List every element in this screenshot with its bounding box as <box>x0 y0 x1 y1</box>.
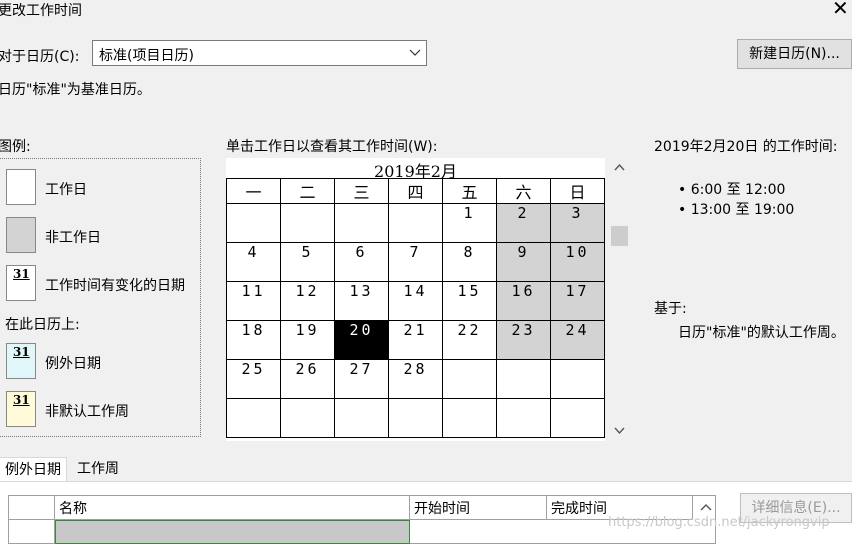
working-time-2: • 13:00 至 19:00 <box>678 202 795 218</box>
weekday-header: 三 <box>334 178 389 204</box>
calendar-day-cell[interactable]: 8 <box>442 242 497 282</box>
weekday-header: 一 <box>226 178 281 204</box>
exception-day-swatch: 31 <box>6 343 36 379</box>
calendar-week-row: 11 12 13 14 15 16 17 <box>226 281 605 321</box>
weekday-header: 五 <box>442 178 497 204</box>
calendar-day-cell[interactable]: 22 <box>442 320 497 360</box>
watermark: https://blog.csdn.net/jackyrongvip <box>608 515 830 530</box>
scroll-down-icon[interactable] <box>613 426 626 436</box>
calendar-day-cell <box>334 203 389 243</box>
legend-box: 工作日 非工作日 31 工作时间有变化的日期 在此日历上: 31 例外日期 31… <box>0 158 201 437</box>
calendar-day-cell[interactable]: 12 <box>280 281 335 321</box>
column-name[interactable]: 名称 <box>55 496 410 520</box>
working-time-1: • 6:00 至 12:00 <box>678 182 786 198</box>
calendar-select[interactable]: 标准(项目日历) <box>92 40 427 66</box>
calendar-day-cell[interactable]: 2 <box>496 203 551 243</box>
working-day-swatch <box>6 169 36 205</box>
legend-working-day: 工作日 <box>45 182 87 198</box>
calendar-day-cell[interactable]: 18 <box>226 320 281 360</box>
calendar-day-cell <box>280 398 335 438</box>
changed-day-swatch: 31 <box>6 265 36 301</box>
based-on-label: 基于: <box>654 301 687 317</box>
calendar-day-cell <box>226 203 281 243</box>
calendar-day-cell[interactable]: 10 <box>550 242 605 282</box>
calendar-week-row: 18 19 20 21 22 23 24 <box>226 320 605 360</box>
calendar-day-cell <box>280 203 335 243</box>
calendar-day-cell <box>334 398 389 438</box>
calendar-day-cell <box>550 398 605 438</box>
scroll-thumb[interactable] <box>611 226 628 246</box>
calendar-day-cell <box>442 398 497 438</box>
calendar-week-row <box>226 398 605 438</box>
row-selector[interactable] <box>9 520 55 544</box>
close-icon[interactable]: ✕ <box>832 0 849 18</box>
base-calendar-note: 日历"标准"为基准日历。 <box>0 82 151 98</box>
calendar-day-cell[interactable]: 14 <box>388 281 443 321</box>
window-title: 更改工作时间 <box>0 3 82 19</box>
calendar-select-value: 标准(项目日历) <box>99 48 194 64</box>
calendar-day-cell[interactable]: 7 <box>388 242 443 282</box>
nondefault-week-swatch: 31 <box>6 391 36 427</box>
calendar-day-cell[interactable]: 27 <box>334 359 389 399</box>
calendar-day-cell[interactable]: 3 <box>550 203 605 243</box>
calendar-day-cell[interactable]: 23 <box>496 320 551 360</box>
name-input-cell[interactable] <box>55 520 410 544</box>
calendar-day-cell <box>442 359 497 399</box>
month-title: 2019年2月 <box>226 158 605 181</box>
calendar-day-cell <box>226 398 281 438</box>
calendar-day-cell[interactable]: 13 <box>334 281 389 321</box>
chevron-down-icon <box>409 49 421 56</box>
legend-title: 图例: <box>0 139 31 155</box>
calendar-day-cell[interactable]: 1 <box>442 203 497 243</box>
calendar-day-cell[interactable]: 28 <box>388 359 443 399</box>
calendar-day-cell[interactable]: 6 <box>334 242 389 282</box>
column-start[interactable]: 开始时间 <box>410 496 547 520</box>
calendar-day-cell[interactable]: 20 <box>334 320 389 360</box>
calendar-scrollbar[interactable] <box>611 158 628 441</box>
legend-changed-day: 工作时间有变化的日期 <box>45 278 185 294</box>
calendar-day-cell[interactable]: 25 <box>226 359 281 399</box>
month-calendar: 一二三四五六日 1 2 3 4 5 6 7 8 9 10 11 12 13 14 15 16 17 18 19 20 2… <box>226 178 605 441</box>
weekday-header: 六 <box>496 178 551 204</box>
tab-bar: 例外日期 工作周 <box>0 457 852 482</box>
calendar-day-cell <box>388 398 443 438</box>
calendar-week-row: 4 5 6 7 8 9 10 <box>226 242 605 282</box>
working-times-heading: 2019年2月20日 的工作时间: <box>654 139 838 155</box>
based-on-text: 日历"标准"的默认工作周。 <box>678 325 845 341</box>
calendar-day-cell[interactable]: 16 <box>496 281 551 321</box>
calendar-grid: 一二三四五六日 1 2 3 4 5 6 7 8 9 10 11 12 13 14 15 16 17 18 19 20 2… <box>226 178 605 438</box>
legend-nondefault-week: 非默认工作周 <box>45 404 129 420</box>
tab-work-weeks[interactable]: 工作周 <box>72 457 124 482</box>
row-header-cell <box>9 496 55 520</box>
legend-exception-day: 例外日期 <box>45 356 101 372</box>
legend-nonworking-day: 非工作日 <box>45 230 101 246</box>
calendar-day-cell[interactable]: 5 <box>280 242 335 282</box>
new-calendar-button[interactable]: 新建日历(N)... <box>737 39 852 69</box>
calendar-day-cell[interactable]: 17 <box>550 281 605 321</box>
calendar-day-cell <box>496 398 551 438</box>
weekday-header: 二 <box>280 178 335 204</box>
calendar-day-cell[interactable]: 19 <box>280 320 335 360</box>
calendar-day-cell[interactable]: 4 <box>226 242 281 282</box>
scroll-up-icon[interactable] <box>613 162 626 172</box>
calendar-week-row: 123 <box>226 203 605 243</box>
calendar-day-cell[interactable]: 26 <box>280 359 335 399</box>
calendar-week-row: 25 26 27 28 <box>226 359 605 399</box>
calendar-instruction: 单击工作日以查看其工作时间(W): <box>226 139 438 155</box>
calendar-day-cell[interactable]: 15 <box>442 281 497 321</box>
calendar-day-cell[interactable]: 11 <box>226 281 281 321</box>
calendar-day-cell <box>496 359 551 399</box>
calendar-day-cell[interactable]: 9 <box>496 242 551 282</box>
calendar-for-label: 对于日历(C): <box>0 49 80 65</box>
calendar-day-cell[interactable]: 24 <box>550 320 605 360</box>
nonworking-day-swatch <box>6 217 36 253</box>
calendar-day-cell[interactable]: 21 <box>388 320 443 360</box>
tab-exceptions[interactable]: 例外日期 <box>0 457 67 482</box>
weekday-header: 四 <box>388 178 443 204</box>
calendar-day-cell <box>550 359 605 399</box>
weekday-header: 日 <box>550 178 605 204</box>
calendar-day-cell <box>388 203 443 243</box>
scroll-up-icon[interactable] <box>699 502 713 512</box>
on-calendar-title: 在此日历上: <box>5 317 80 333</box>
